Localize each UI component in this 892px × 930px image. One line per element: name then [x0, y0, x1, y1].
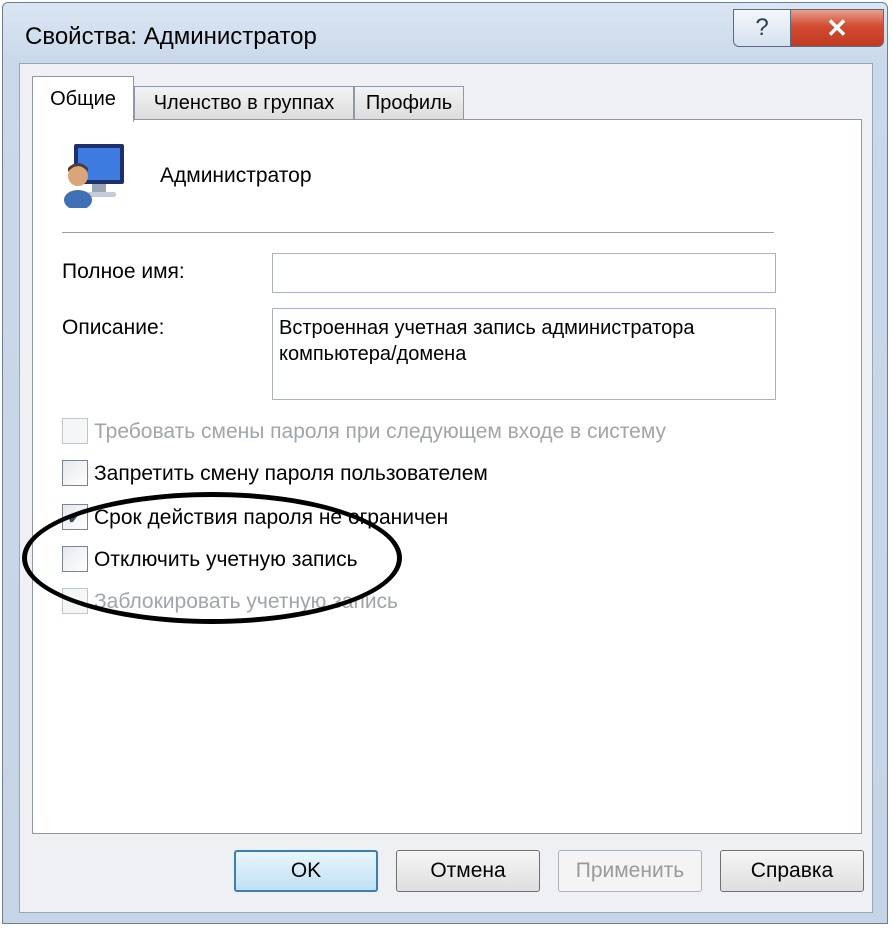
apply-button[interactable]: Применить: [558, 850, 702, 892]
user-name: Администратор: [160, 164, 312, 187]
tab-profile[interactable]: Профиль: [354, 86, 464, 120]
disable-account-checkbox[interactable]: [62, 546, 88, 572]
separator: [62, 232, 774, 233]
lock-account-label: Заблокировать учетную запись: [94, 590, 398, 613]
tab-general[interactable]: Общие: [32, 76, 134, 122]
description-label: Описание:: [62, 316, 165, 339]
cancel-button[interactable]: Отмена: [396, 850, 540, 892]
close-icon: ✕: [826, 12, 848, 43]
require-password-change-label: Требовать смены пароля при следующем вхо…: [94, 420, 667, 443]
ok-button[interactable]: OK: [234, 850, 378, 892]
help-button[interactable]: Справка: [720, 850, 864, 892]
lock-account-checkbox[interactable]: [62, 588, 88, 614]
window-title: Свойства: Администратор: [25, 23, 317, 50]
help-caption-button[interactable]: ?: [733, 9, 791, 47]
checkmark-icon: ✔: [66, 506, 84, 529]
user-computer-icon: [64, 144, 124, 208]
close-button[interactable]: ✕: [790, 9, 884, 47]
full-name-label: Полное имя:: [62, 260, 185, 283]
password-never-expires-label: Срок действия пароля не ограничен: [94, 506, 449, 529]
require-password-change-checkbox[interactable]: [62, 418, 88, 444]
password-never-expires-checkbox[interactable]: ✔: [62, 504, 88, 530]
question-icon: ?: [755, 14, 769, 41]
prevent-password-change-label: Запретить смену пароля пользователем: [94, 462, 488, 485]
description-input[interactable]: Встроенная учетная запись администратора…: [272, 308, 776, 400]
full-name-input[interactable]: [272, 253, 776, 293]
prevent-password-change-checkbox[interactable]: [62, 460, 88, 486]
tab-group-membership[interactable]: Членство в группах: [134, 86, 354, 120]
disable-account-label: Отключить учетную запись: [94, 548, 358, 571]
